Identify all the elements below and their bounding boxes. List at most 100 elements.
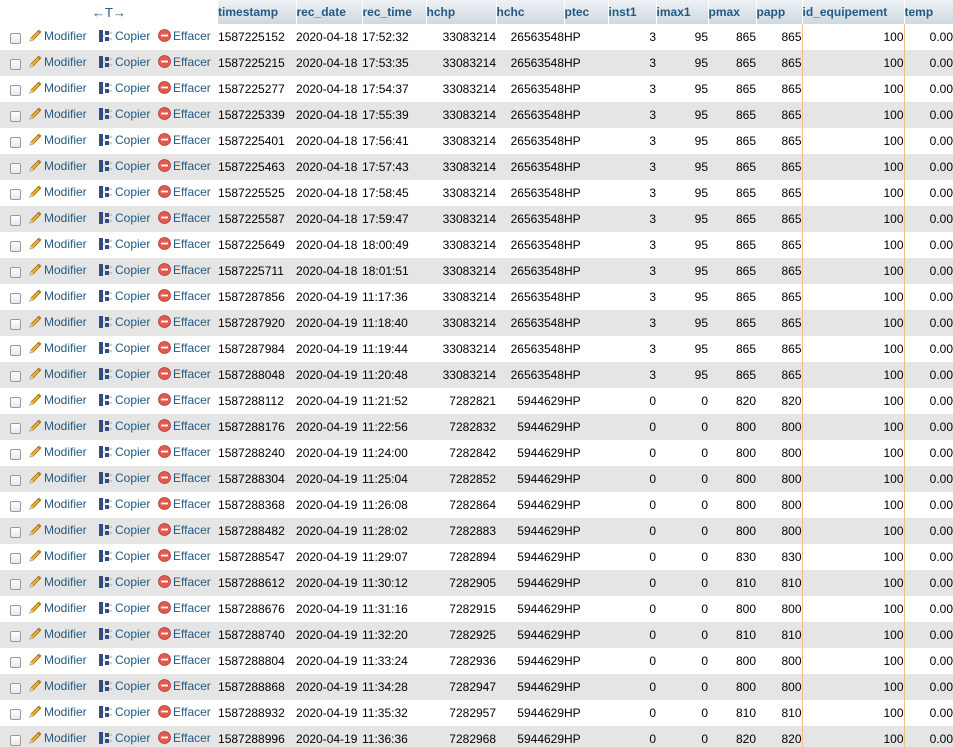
edit-button[interactable]: Modifier [28,237,87,251]
delete-button[interactable]: Effacer [158,497,211,511]
column-arrows-control[interactable]: ←T→ [0,0,219,24]
row-checkbox[interactable] [10,111,21,123]
edit-button[interactable]: Modifier [28,393,87,407]
row-checkbox[interactable] [10,553,21,565]
row-checkbox[interactable] [10,293,21,305]
column-header-ptec[interactable]: ptec [564,0,609,24]
row-checkbox[interactable] [10,735,21,747]
delete-button[interactable]: Effacer [158,731,211,745]
copy-button[interactable]: Copier [98,549,150,563]
delete-button[interactable]: Effacer [158,419,211,433]
row-checkbox[interactable] [10,527,21,539]
delete-button[interactable]: Effacer [158,549,211,563]
delete-button[interactable]: Effacer [158,315,211,329]
delete-button[interactable]: Effacer [158,601,211,615]
copy-button[interactable]: Copier [98,55,150,69]
copy-button[interactable]: Copier [98,445,150,459]
row-checkbox[interactable] [10,423,21,435]
edit-button[interactable]: Modifier [28,575,87,589]
column-header-hchp[interactable]: hchp [426,0,497,24]
delete-button[interactable]: Effacer [158,341,211,355]
row-checkbox[interactable] [10,267,21,279]
edit-button[interactable]: Modifier [28,289,87,303]
copy-button[interactable]: Copier [98,419,150,433]
edit-button[interactable]: Modifier [28,133,87,147]
edit-button[interactable]: Modifier [28,81,87,95]
copy-button[interactable]: Copier [98,133,150,147]
delete-button[interactable]: Effacer [158,289,211,303]
row-checkbox[interactable] [10,709,21,721]
column-header-papp[interactable]: papp [756,0,803,24]
row-checkbox[interactable] [10,241,21,253]
delete-button[interactable]: Effacer [158,575,211,589]
row-checkbox[interactable] [10,163,21,175]
copy-button[interactable]: Copier [98,315,150,329]
copy-button[interactable]: Copier [98,211,150,225]
edit-button[interactable]: Modifier [28,731,87,745]
column-header-inst1[interactable]: inst1 [608,0,657,24]
edit-button[interactable]: Modifier [28,445,87,459]
row-checkbox[interactable] [10,371,21,383]
edit-button[interactable]: Modifier [28,341,87,355]
edit-button[interactable]: Modifier [28,471,87,485]
delete-button[interactable]: Effacer [158,29,211,43]
delete-button[interactable]: Effacer [158,185,211,199]
row-checkbox[interactable] [10,631,21,643]
row-checkbox[interactable] [10,501,21,513]
copy-button[interactable]: Copier [98,393,150,407]
copy-button[interactable]: Copier [98,341,150,355]
delete-button[interactable]: Effacer [158,705,211,719]
copy-button[interactable]: Copier [98,81,150,95]
copy-button[interactable]: Copier [98,731,150,745]
row-checkbox[interactable] [10,345,21,357]
copy-button[interactable]: Copier [98,159,150,173]
edit-button[interactable]: Modifier [28,211,87,225]
row-checkbox[interactable] [10,657,21,669]
edit-button[interactable]: Modifier [28,159,87,173]
copy-button[interactable]: Copier [98,601,150,615]
copy-button[interactable]: Copier [98,29,150,43]
row-checkbox[interactable] [10,475,21,487]
delete-button[interactable]: Effacer [158,393,211,407]
copy-button[interactable]: Copier [98,185,150,199]
row-checkbox[interactable] [10,605,21,617]
column-header-pmax[interactable]: pmax [708,0,757,24]
delete-button[interactable]: Effacer [158,263,211,277]
delete-button[interactable]: Effacer [158,523,211,537]
delete-button[interactable]: Effacer [158,627,211,641]
delete-button[interactable]: Effacer [158,107,211,121]
column-header-hchc[interactable]: hchc [496,0,565,24]
edit-button[interactable]: Modifier [28,627,87,641]
delete-button[interactable]: Effacer [158,653,211,667]
column-header-rec-time[interactable]: rec_time [362,0,427,24]
delete-button[interactable]: Effacer [158,55,211,69]
copy-button[interactable]: Copier [98,367,150,381]
delete-button[interactable]: Effacer [158,237,211,251]
copy-button[interactable]: Copier [98,289,150,303]
delete-button[interactable]: Effacer [158,679,211,693]
edit-button[interactable]: Modifier [28,419,87,433]
column-header-imax1[interactable]: imax1 [656,0,709,24]
row-checkbox[interactable] [10,33,21,45]
edit-button[interactable]: Modifier [28,653,87,667]
copy-button[interactable]: Copier [98,107,150,121]
row-checkbox[interactable] [10,579,21,591]
column-header-temp[interactable]: temp [904,0,953,24]
copy-button[interactable]: Copier [98,263,150,277]
copy-button[interactable]: Copier [98,575,150,589]
row-checkbox[interactable] [10,189,21,201]
row-checkbox[interactable] [10,449,21,461]
edit-button[interactable]: Modifier [28,367,87,381]
row-checkbox[interactable] [10,59,21,71]
copy-button[interactable]: Copier [98,471,150,485]
row-checkbox[interactable] [10,683,21,695]
column-header-id-equipement[interactable]: id_equipement [802,0,905,24]
copy-button[interactable]: Copier [98,653,150,667]
copy-button[interactable]: Copier [98,679,150,693]
edit-button[interactable]: Modifier [28,549,87,563]
copy-button[interactable]: Copier [98,627,150,641]
edit-button[interactable]: Modifier [28,185,87,199]
edit-button[interactable]: Modifier [28,601,87,615]
copy-button[interactable]: Copier [98,523,150,537]
delete-button[interactable]: Effacer [158,159,211,173]
